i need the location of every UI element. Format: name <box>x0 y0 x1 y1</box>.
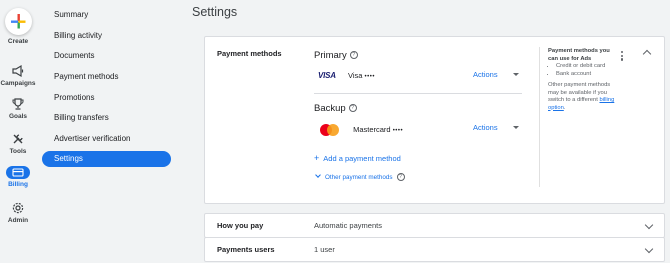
backup-title-text: Backup <box>314 103 346 114</box>
side-info-title: Payment methods you can use for Ads <box>548 48 610 62</box>
create-button[interactable] <box>5 8 32 35</box>
payments-users-label: Payments users <box>217 245 275 254</box>
side-info-note-wrap: Other payment methods may be available i… <box>548 82 618 112</box>
primary-title: Primary? <box>314 50 358 61</box>
billing-pill <box>6 166 30 179</box>
rail-tools-label: Tools <box>9 148 27 155</box>
how-you-pay-row[interactable]: How you pay Automatic payments <box>204 213 665 238</box>
payments-users-value: 1 user <box>314 245 335 254</box>
add-payment-method-label: Add a payment method <box>323 154 401 163</box>
vertical-divider <box>539 47 540 187</box>
nav-item-billing-transfers[interactable]: Billing transfers <box>42 110 171 126</box>
nav-item-advertiser-verification[interactable]: Advertiser verification <box>42 131 171 147</box>
nav-item-summary[interactable]: Summary <box>42 7 171 23</box>
backup-title: Backup? <box>314 103 357 114</box>
nav-item-settings[interactable]: Settings <box>42 151 171 167</box>
backup-method: Mastercard •••• <box>318 123 403 137</box>
payment-methods-card: Payment methods Primary? VISA Visa •••• … <box>204 36 665 204</box>
side-info: Payment methods you can use for Ads Cred… <box>548 48 618 112</box>
nav-item-payment-methods[interactable]: Payment methods <box>42 69 171 85</box>
primary-title-text: Primary <box>314 50 347 61</box>
rail-campaigns[interactable]: Campaigns <box>0 64 36 87</box>
primary-card-name: Visa <box>347 71 363 80</box>
plus-icon <box>11 14 26 29</box>
page-title: Settings <box>192 5 238 19</box>
primary-method: VISA Visa •••• <box>318 71 375 80</box>
more-vert-icon[interactable] <box>621 51 624 61</box>
nav-item-documents[interactable]: Documents <box>42 48 171 64</box>
visa-logo: VISA <box>318 71 336 80</box>
add-payment-method-link[interactable]: + Add a payment method <box>314 153 401 163</box>
side-info-bullet: Credit or debit card <box>556 63 618 71</box>
nav-item-promotions[interactable]: Promotions <box>42 90 171 106</box>
rail-billing[interactable]: Billing <box>0 166 36 188</box>
help-icon[interactable]: ? <box>348 104 357 113</box>
payment-methods-heading: Payment methods <box>217 49 282 58</box>
rail-goals[interactable]: Goals <box>0 97 36 120</box>
backup-actions-button[interactable]: Actions <box>473 123 498 132</box>
chevron-down-icon[interactable] <box>644 244 654 254</box>
backup-card-name: Mastercard <box>353 124 391 134</box>
tools-icon <box>13 134 23 144</box>
side-info-bullet: Bank account <box>556 71 618 79</box>
chevron-down-icon <box>315 172 321 178</box>
rail-create-label: Create <box>7 38 29 45</box>
gear-icon <box>12 202 24 214</box>
other-payment-methods-toggle[interactable]: Other payment methods? <box>314 172 405 182</box>
chevron-down-icon[interactable] <box>513 126 519 129</box>
icon-rail: Create Campaigns Goals Tools Billing Adm… <box>0 0 36 263</box>
help-icon[interactable]: ? <box>396 173 405 182</box>
primary-card-masked: •••• <box>364 74 375 80</box>
plus-icon: + <box>314 153 320 163</box>
rail-campaigns-label: Campaigns <box>0 80 36 87</box>
rail-admin[interactable]: Admin <box>0 201 36 224</box>
divider <box>314 93 522 94</box>
backup-card-masked: •••• <box>392 127 404 134</box>
payments-users-row[interactable]: Payments users 1 user <box>204 237 665 262</box>
chevron-down-icon[interactable] <box>513 73 519 76</box>
credit-card-icon <box>12 168 24 177</box>
primary-actions-button[interactable]: Actions <box>473 70 498 79</box>
trophy-icon <box>12 98 24 110</box>
megaphone-icon <box>12 64 24 78</box>
chevron-up-icon[interactable] <box>642 49 652 59</box>
mastercard-logo <box>320 124 339 136</box>
other-payment-methods-label: Other payment methods <box>325 174 393 181</box>
chevron-down-icon[interactable] <box>644 220 654 230</box>
help-icon[interactable]: ? <box>349 51 358 60</box>
nav-item-billing-activity[interactable]: Billing activity <box>42 28 171 44</box>
how-you-pay-label: How you pay <box>217 221 264 230</box>
side-info-period: . <box>563 104 566 111</box>
rail-goals-label: Goals <box>8 113 28 120</box>
rail-tools[interactable]: Tools <box>0 132 36 155</box>
side-info-list: Credit or debit card Bank account <box>548 63 618 78</box>
rail-billing-label: Billing <box>8 181 28 188</box>
how-you-pay-value: Automatic payments <box>314 221 382 230</box>
rail-admin-label: Admin <box>7 217 29 224</box>
